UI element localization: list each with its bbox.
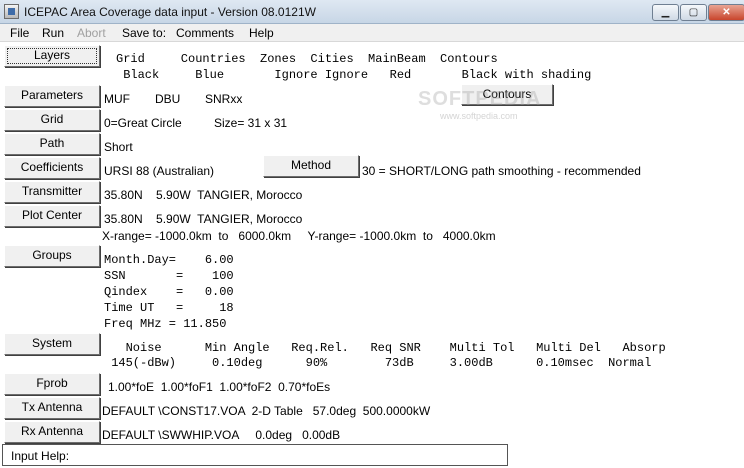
menu-help[interactable]: Help xyxy=(249,26,274,40)
rx-antenna-button[interactable]: Rx Antenna xyxy=(4,421,100,443)
grid-size: Size= 31 x 31 xyxy=(214,116,288,130)
groups-freq: Freq MHz = 11.850 xyxy=(104,317,227,331)
groups-ssn: SSN = 100 xyxy=(104,269,234,283)
layers-headers: Grid Countries Zones Cities MainBeam Con… xyxy=(116,52,498,66)
menu-save-to[interactable]: Save to: xyxy=(122,26,166,40)
input-help-label: Input Help: xyxy=(11,449,70,463)
parameter-dbu: DBU xyxy=(155,92,181,106)
groups-button[interactable]: Groups xyxy=(4,245,100,267)
method-button[interactable]: Method xyxy=(263,155,359,177)
layers-button[interactable]: Layers xyxy=(4,45,100,67)
menu-abort[interactable]: Abort xyxy=(77,26,106,40)
maximize-button[interactable]: ▢ xyxy=(680,4,707,21)
groups-qindex: Qindex = 0.00 xyxy=(104,285,234,299)
coefficients-value: URSI 88 (Australian) xyxy=(104,164,215,178)
system-values: 145(-dBw) 0.10deg 90% 73dB 3.00dB 0.10ms… xyxy=(104,356,652,370)
menu-file[interactable]: File xyxy=(10,26,29,40)
range-value: X-range= -1000.0km to 6000.0km Y-range= … xyxy=(102,229,496,243)
rx-antenna-value: DEFAULT \SWWHIP.VOA 0.0deg 0.00dB xyxy=(102,428,341,442)
fprob-button[interactable]: Fprob xyxy=(4,373,100,395)
groups-time-ut: Time UT = 18 xyxy=(104,301,234,315)
app-icon xyxy=(4,4,19,19)
layers-values: Black Blue Ignore Ignore Red Black with … xyxy=(116,68,592,82)
parameter-snr: SNRxx xyxy=(205,92,243,106)
window-title: ICEPAC Area Coverage data input - Versio… xyxy=(24,5,316,19)
grid-button[interactable]: Grid xyxy=(4,109,100,131)
coefficients-button[interactable]: Coefficients xyxy=(4,157,100,179)
transmitter-button[interactable]: Transmitter xyxy=(4,181,100,203)
close-button[interactable]: ✕ xyxy=(708,4,744,21)
menu-bar: File Run Abort Save to: Comments Help xyxy=(0,24,744,42)
menu-run[interactable]: Run xyxy=(42,26,64,40)
plot-center-button[interactable]: Plot Center xyxy=(4,205,100,227)
tx-antenna-button[interactable]: Tx Antenna xyxy=(4,397,100,419)
groups-month-day: Month.Day= 6.00 xyxy=(104,253,234,267)
parameter-muf: MUF xyxy=(104,92,130,106)
path-button[interactable]: Path xyxy=(4,133,100,155)
menu-comments[interactable]: Comments xyxy=(176,26,234,40)
method-description: 30 = SHORT/LONG path smoothing - recomme… xyxy=(362,164,641,178)
grid-path-type: 0=Great Circle xyxy=(104,116,182,130)
system-headers: Noise Min Angle Req.Rel. Req SNR Multi T… xyxy=(104,341,666,355)
minimize-button[interactable]: ▁ xyxy=(652,4,679,21)
contours-button[interactable]: Contours xyxy=(461,84,553,105)
plot-center-value: 35.80N 5.90W TANGIER, Morocco xyxy=(104,212,303,226)
transmitter-value: 35.80N 5.90W TANGIER, Morocco xyxy=(104,188,303,202)
title-bar: ICEPAC Area Coverage data input - Versio… xyxy=(0,0,744,24)
watermark-url: www.softpedia.com xyxy=(440,111,518,121)
path-value: Short xyxy=(104,140,133,154)
system-button[interactable]: System xyxy=(4,333,100,355)
parameters-button[interactable]: Parameters xyxy=(4,85,100,107)
input-help-box: Input Help: xyxy=(2,444,508,466)
tx-antenna-value: DEFAULT \CONST17.VOA 2-D Table 57.0deg 5… xyxy=(102,404,431,418)
fprob-value: 1.00*foE 1.00*foF1 1.00*foF2 0.70*foEs xyxy=(108,380,331,394)
